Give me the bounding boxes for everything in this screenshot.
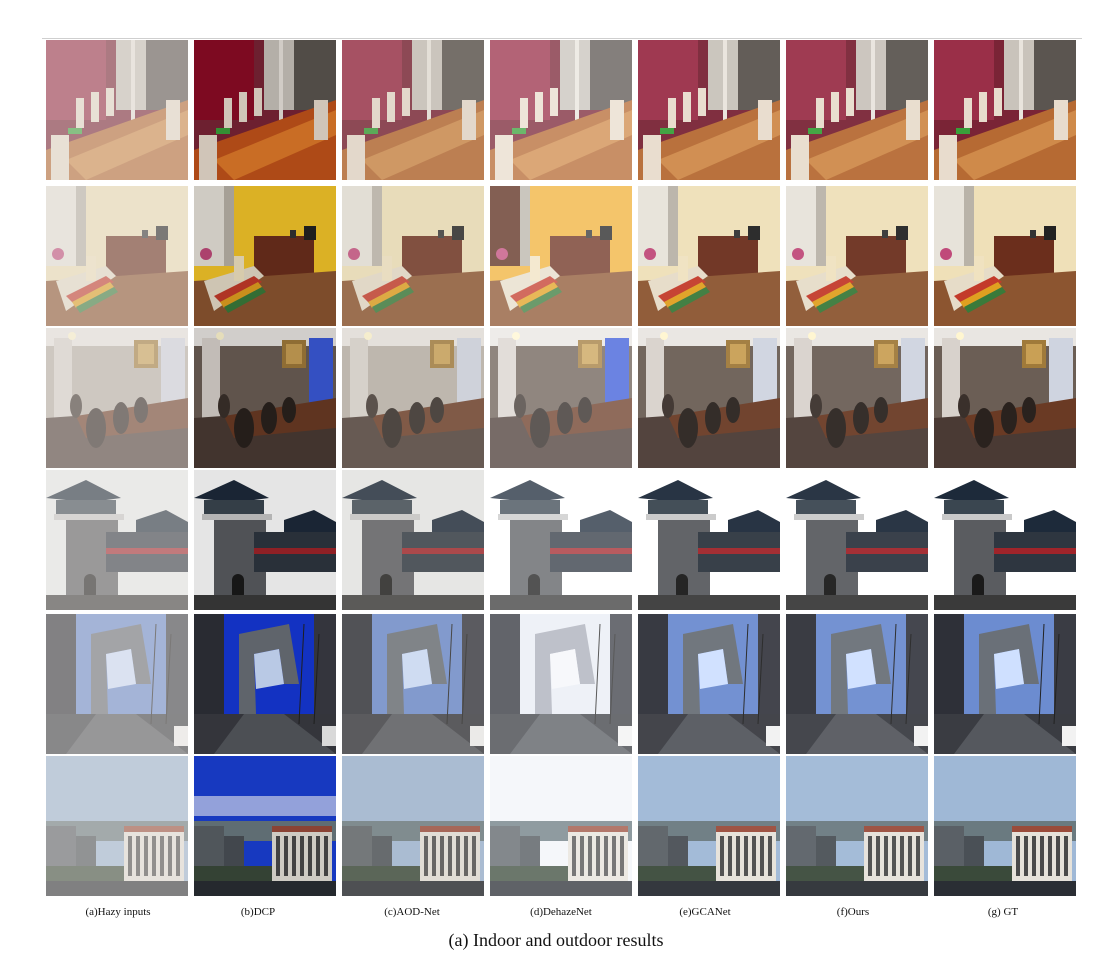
result-image-dcp — [194, 614, 336, 754]
result-image-gt — [934, 40, 1076, 180]
result-image-gt — [934, 756, 1076, 896]
result-image-hazy — [46, 186, 188, 326]
result-image-dcp — [194, 40, 336, 180]
image-row-dining-room-chandelier — [46, 328, 1078, 468]
column-label-gcanet: (e)GCANet — [679, 906, 731, 918]
result-image-gt — [934, 328, 1076, 468]
result-image-ours — [786, 186, 928, 326]
result-image-dcp — [194, 756, 336, 896]
result-image-gca — [638, 756, 780, 896]
result-image-gt — [934, 614, 1076, 754]
result-image-gca — [638, 328, 780, 468]
result-image-ours — [786, 40, 928, 180]
result-image-aod — [342, 470, 484, 610]
result-image-hazy — [46, 40, 188, 180]
column-label-gt: (g) GT — [987, 906, 1019, 918]
result-image-ours — [786, 756, 928, 896]
result-image-ours — [786, 470, 928, 610]
result-image-hazy — [46, 470, 188, 610]
result-image-hazy — [46, 328, 188, 468]
result-image-aod — [342, 328, 484, 468]
result-image-gt — [934, 186, 1076, 326]
result-image-aod — [342, 614, 484, 754]
result-image-dehaze — [490, 756, 632, 896]
result-image-aod — [342, 186, 484, 326]
result-image-dehaze — [490, 40, 632, 180]
result-image-dehaze — [490, 186, 632, 326]
result-image-dcp — [194, 328, 336, 468]
image-row-dining-room-cream-wall — [46, 186, 1078, 326]
result-image-gt — [934, 470, 1076, 610]
result-image-gca — [638, 40, 780, 180]
result-image-gca — [638, 470, 780, 610]
result-image-dehaze — [490, 328, 632, 468]
image-row-dining-room-red-wall — [46, 40, 1078, 180]
result-image-dcp — [194, 470, 336, 610]
result-image-ours — [786, 614, 928, 754]
image-row-cctv-tower-street — [46, 614, 1078, 754]
result-image-hazy — [46, 614, 188, 754]
figure: (a)Hazy inputs (b)DCP (c)AOD-Net (d)Deha… — [0, 0, 1112, 960]
result-image-gca — [638, 614, 780, 754]
result-image-gca — [638, 186, 780, 326]
result-image-dcp — [194, 186, 336, 326]
image-row-chinese-tower-building — [46, 470, 1078, 610]
column-label-hazy: (a)Hazy inputs — [85, 906, 151, 918]
column-label-dehazenet: (d)DehazeNet — [530, 906, 592, 918]
result-image-hazy — [46, 756, 188, 896]
image-row-city-skyline-apartments — [46, 756, 1078, 896]
figure-caption: (a) Indoor and outdoor results — [448, 930, 664, 950]
result-image-dehaze — [490, 470, 632, 610]
result-image-dehaze — [490, 614, 632, 754]
column-label-aod: (c)AOD-Net — [384, 906, 440, 918]
column-label-dcp: (b)DCP — [240, 906, 276, 918]
result-image-aod — [342, 40, 484, 180]
result-image-ours — [786, 328, 928, 468]
result-image-aod — [342, 756, 484, 896]
column-label-ours: (f)Ours — [836, 906, 870, 918]
top-rule — [42, 38, 1082, 39]
